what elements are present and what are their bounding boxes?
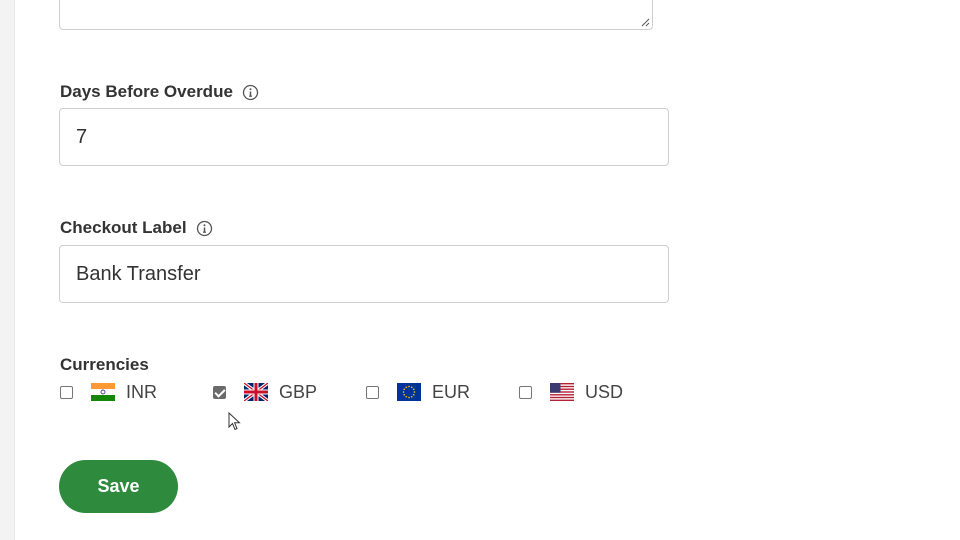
currency-option-gbp[interactable]: GBP bbox=[213, 380, 317, 404]
days-before-overdue-input[interactable] bbox=[59, 108, 669, 166]
us-flag-icon bbox=[550, 383, 574, 401]
currency-checkbox-gbp[interactable] bbox=[213, 385, 226, 399]
currency-option-inr[interactable]: INR bbox=[60, 380, 157, 404]
info-icon[interactable] bbox=[242, 84, 259, 101]
eu-flag-icon bbox=[397, 383, 421, 401]
resize-grip-icon[interactable] bbox=[641, 18, 650, 27]
checkout-label-label-text: Checkout Label bbox=[60, 218, 187, 237]
currency-checkbox-usd[interactable] bbox=[519, 385, 532, 399]
currency-option-usd[interactable]: USD bbox=[519, 380, 623, 404]
currency-code: EUR bbox=[432, 381, 471, 402]
checkout-label-label: Checkout Label bbox=[60, 218, 213, 238]
left-panel-edge bbox=[0, 0, 15, 540]
india-flag-icon bbox=[91, 383, 115, 401]
mouse-cursor-icon bbox=[228, 412, 241, 431]
currency-checkbox-inr[interactable] bbox=[60, 385, 73, 399]
days-before-overdue-label-text: Days Before Overdue bbox=[60, 82, 233, 101]
save-button[interactable]: Save bbox=[59, 460, 178, 513]
checkout-label-input[interactable] bbox=[59, 245, 669, 303]
info-icon[interactable] bbox=[196, 220, 213, 237]
currencies-label: Currencies bbox=[60, 355, 149, 374]
description-textarea[interactable] bbox=[59, 0, 653, 30]
currency-option-eur[interactable]: EUR bbox=[366, 380, 470, 404]
currency-code: GBP bbox=[279, 381, 318, 402]
currency-code: USD bbox=[585, 381, 624, 402]
days-before-overdue-label: Days Before Overdue bbox=[60, 82, 259, 102]
currency-code: INR bbox=[126, 381, 157, 402]
uk-flag-icon bbox=[244, 383, 268, 401]
currency-checkbox-eur[interactable] bbox=[366, 385, 379, 399]
